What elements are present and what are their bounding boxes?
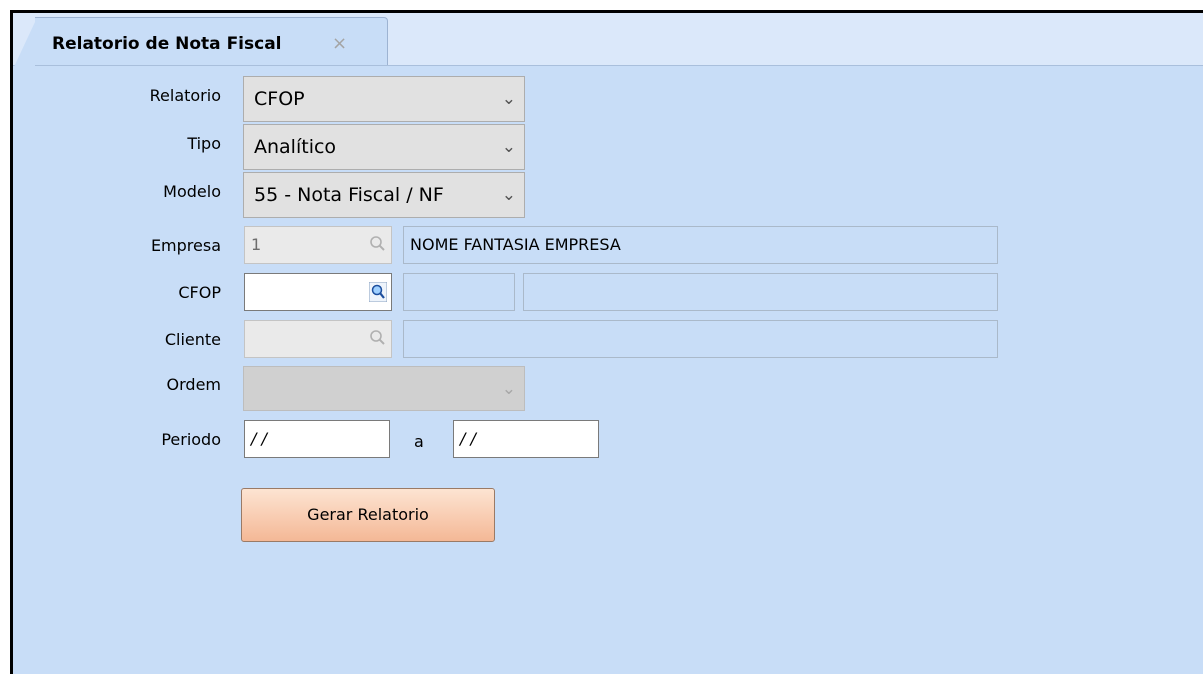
- periodo-from-field[interactable]: / /: [244, 420, 390, 458]
- empresa-code: 1: [251, 235, 262, 254]
- empresa-name-field: NOME FANTASIA EMPRESA: [403, 226, 998, 264]
- magnifier-icon: [370, 236, 385, 251]
- chevron-down-icon[interactable]: ⌄: [502, 125, 516, 169]
- tipo-select[interactable]: Analítico ⌄: [243, 124, 525, 170]
- empresa-name: NOME FANTASIA EMPRESA: [410, 235, 621, 254]
- magnifier-icon: [370, 330, 385, 345]
- chevron-down-icon: ⌄: [501, 379, 516, 399]
- modelo-value: 55 - Nota Fiscal / NF: [254, 184, 444, 206]
- periodo-from: / /: [251, 429, 267, 448]
- close-icon[interactable]: ×: [332, 33, 347, 54]
- ordem-label: Ordem: [166, 375, 221, 394]
- empresa-code-field: 1: [244, 226, 392, 264]
- cfop-label: CFOP: [178, 283, 221, 302]
- cfop-desc2-field: [523, 273, 998, 311]
- cfop-code-field[interactable]: [244, 273, 392, 311]
- periodo-label: Periodo: [161, 430, 221, 449]
- tipo-value: Analítico: [254, 136, 337, 158]
- modelo-select[interactable]: 55 - Nota Fiscal / NF ⌄: [243, 172, 525, 218]
- chevron-down-icon[interactable]: ⌄: [502, 77, 516, 121]
- relatorio-label: Relatorio: [149, 86, 221, 105]
- tab-title[interactable]: Relatorio de Nota Fiscal: [52, 34, 282, 54]
- modelo-label: Modelo: [163, 182, 221, 201]
- tipo-label: Tipo: [187, 134, 221, 153]
- tab-slant: [13, 22, 35, 69]
- empresa-label: Empresa: [150, 236, 221, 255]
- relatorio-select[interactable]: CFOP ⌄: [243, 76, 525, 122]
- cliente-label: Cliente: [164, 330, 221, 349]
- cliente-code-field: [244, 320, 392, 358]
- ordem-select: ⌄: [243, 366, 525, 411]
- cliente-name-field: [403, 320, 998, 358]
- gerar-relatorio-button[interactable]: Gerar Relatorio: [241, 488, 495, 542]
- cfop-desc1-field: [403, 273, 515, 311]
- magnifier-icon[interactable]: [369, 282, 387, 302]
- chevron-down-icon[interactable]: ⌄: [502, 173, 516, 217]
- relatorio-value: CFOP: [254, 88, 305, 110]
- periodo-to-field[interactable]: / /: [453, 420, 599, 458]
- periodo-to: / /: [460, 429, 476, 448]
- periodo-separator: a: [414, 432, 424, 451]
